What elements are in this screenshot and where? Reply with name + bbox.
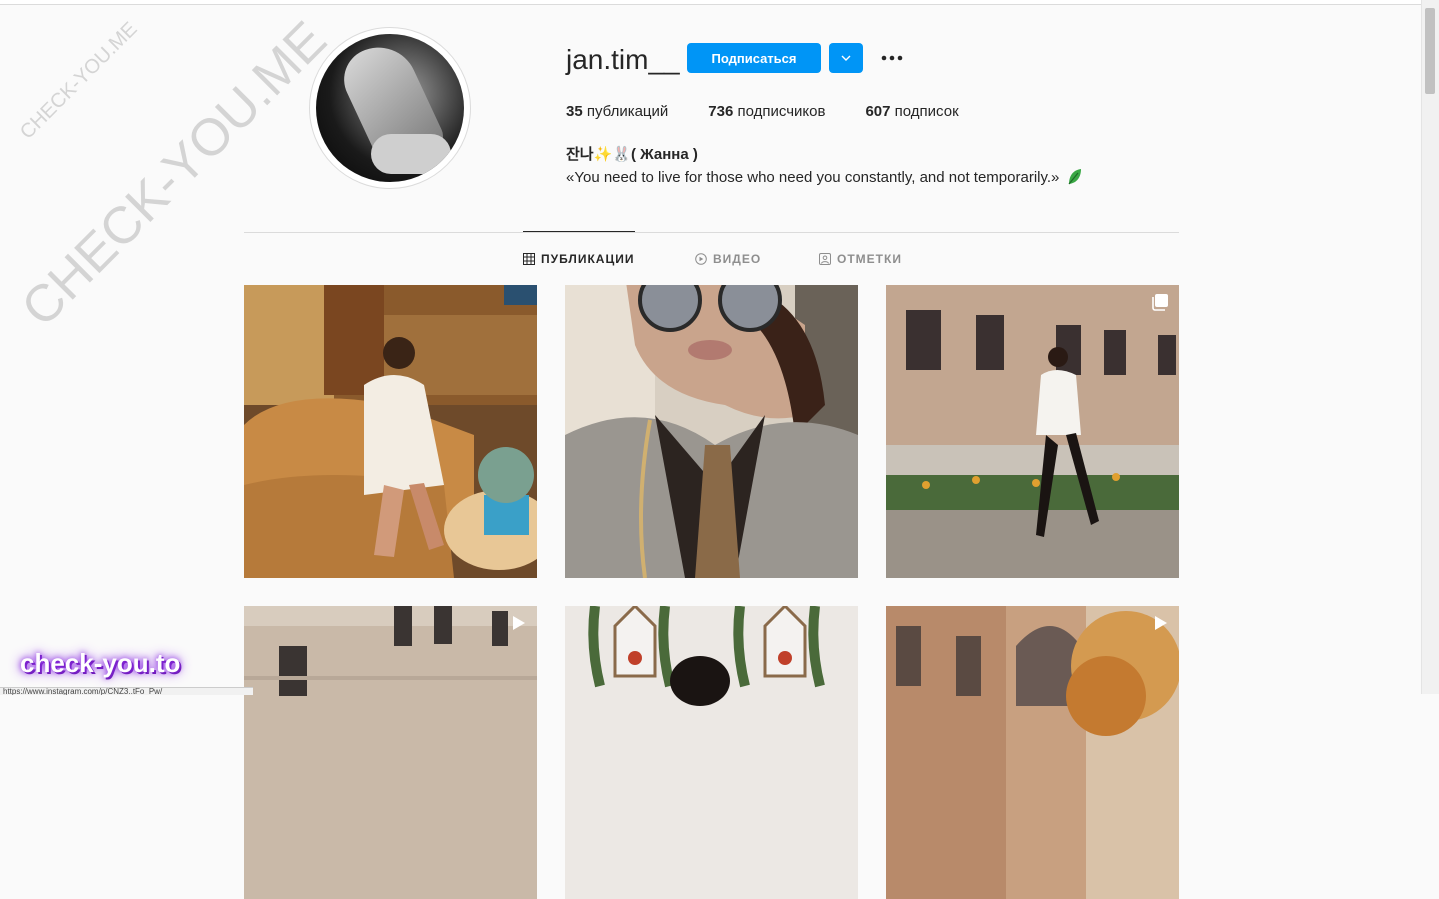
leaf-emoji-icon: [1068, 169, 1082, 185]
post-image: [565, 606, 858, 899]
tab-video[interactable]: ВИДЕО: [695, 252, 761, 266]
avatar-image: [316, 34, 464, 182]
post-thumbnail[interactable]: [244, 285, 537, 578]
post-thumbnail[interactable]: [886, 285, 1179, 578]
profile-divider: [244, 232, 1179, 233]
video-icon: [1155, 616, 1167, 630]
follow-button[interactable]: Подписаться: [687, 43, 821, 73]
post-thumbnail[interactable]: [886, 606, 1179, 899]
tab-posts[interactable]: ПУБЛИКАЦИИ: [523, 252, 634, 266]
post-image: [565, 285, 858, 578]
more-options-button[interactable]: [878, 43, 906, 73]
top-border: [0, 0, 1422, 5]
following-stat[interactable]: 607 подписок: [865, 103, 958, 120]
post-image: [244, 606, 537, 899]
profile-username: jan.tim__: [566, 44, 680, 75]
followers-stat[interactable]: 736 подписчиков: [708, 103, 825, 120]
chevron-down-icon: [841, 55, 851, 61]
watermark-small: CHECK-YOU.ME: [16, 17, 142, 144]
profile-stats: 35 публикаций 736 подписчиков 607 подпис…: [566, 103, 999, 120]
page-scrollbar[interactable]: [1421, 0, 1439, 694]
video-icon: [513, 616, 525, 630]
post-image: [244, 285, 537, 578]
posts-stat: 35 публикаций: [566, 103, 669, 120]
tagged-icon: [819, 253, 831, 265]
tab-tagged[interactable]: ОТМЕТКИ: [819, 252, 902, 266]
bio-text: «You need to live for those who need you…: [566, 168, 1083, 186]
more-horizontal-icon: [881, 55, 903, 61]
video-icon: [695, 253, 707, 265]
watermark-bottom: check-you.to: [20, 648, 181, 678]
profile-avatar[interactable]: [309, 27, 471, 189]
post-thumbnail[interactable]: [565, 285, 858, 578]
suggested-dropdown-button[interactable]: [829, 43, 863, 73]
post-image: [886, 285, 1179, 578]
carousel-icon: [1152, 294, 1168, 311]
post-thumbnail[interactable]: [244, 606, 537, 899]
scrollbar-thumb[interactable]: [1425, 8, 1435, 94]
post-image: [886, 606, 1179, 899]
bio-name: 잔나✨🐰( Жанна ): [566, 146, 698, 163]
grid-icon: [523, 253, 535, 265]
post-thumbnail[interactable]: [565, 606, 858, 899]
active-tab-indicator: [523, 231, 635, 232]
